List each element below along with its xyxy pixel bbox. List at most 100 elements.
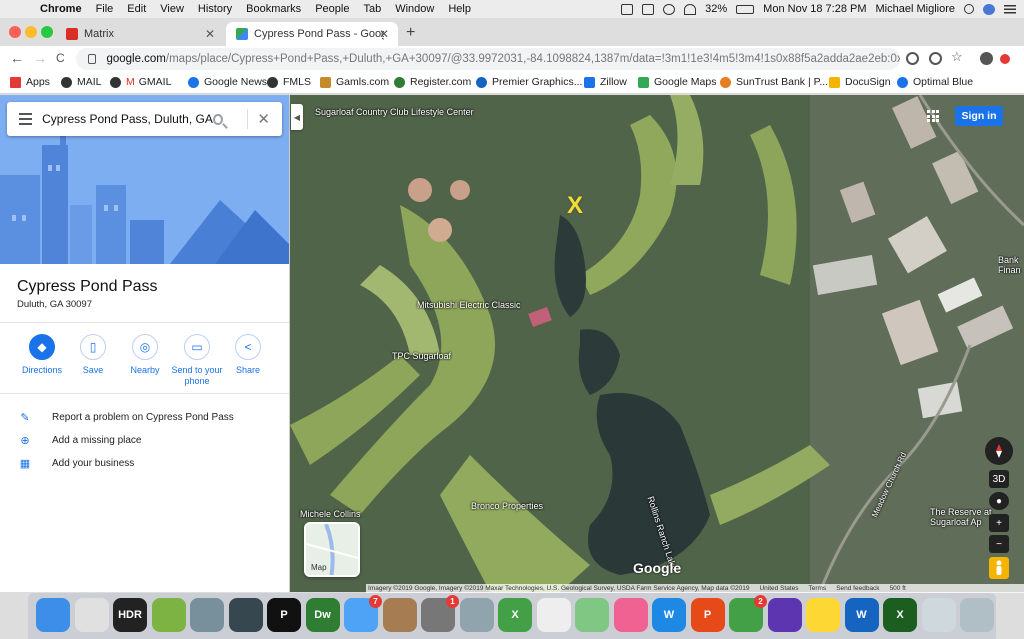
dock-app-excel-icon[interactable]: X (883, 598, 917, 632)
bookmark-mail[interactable]: MAIL (61, 76, 102, 88)
scale-bar[interactable]: 500 ft (890, 585, 906, 592)
back-button[interactable]: ← (10, 50, 24, 66)
lock-icon[interactable] (88, 54, 97, 64)
extension-red-icon[interactable] (1000, 54, 1010, 64)
menu-window[interactable]: Window (395, 3, 434, 15)
bookmark-docusign[interactable]: DocuSign (829, 76, 891, 88)
tab-close-icon[interactable]: ✕ (205, 27, 215, 41)
bookmark-optimal-blue[interactable]: Optimal Blue (897, 76, 973, 88)
user-name[interactable]: Michael Migliore (876, 3, 955, 15)
zoom-out-button[interactable]: − (989, 535, 1009, 553)
tab-matrix[interactable]: Matrix ✕ (56, 22, 224, 46)
search-input[interactable]: Cypress Pond Pass, Duluth, GA (42, 112, 213, 126)
dock-app-notes-icon[interactable] (382, 598, 417, 632)
location-icon[interactable] (906, 52, 919, 65)
dropbox-icon[interactable] (621, 3, 634, 15)
map-label-bank[interactable]: Bank Finan (998, 255, 1024, 275)
search-icon[interactable] (212, 113, 223, 125)
menu-help[interactable]: Help (448, 3, 471, 15)
pegman-icon[interactable] (989, 557, 1009, 579)
menu-people[interactable]: People (315, 3, 349, 15)
map-label-bronco-properties[interactable]: Bronco Properties (471, 501, 543, 511)
dock-app-trash-icon[interactable] (960, 598, 994, 632)
dock-app-powerpoint-icon[interactable]: P (690, 598, 725, 632)
zoom-window-button[interactable] (41, 26, 53, 38)
dock-app-photos-icon[interactable] (613, 598, 648, 632)
search-box[interactable]: Cypress Pond Pass, Duluth, GA ✕ (7, 102, 282, 136)
hamburger-menu-icon[interactable] (19, 110, 33, 128)
send-feedback-link[interactable]: Send feedback (836, 585, 879, 592)
bookmark-gamls[interactable]: Gamls.com (320, 76, 389, 88)
dock-app-siri-icon[interactable] (767, 598, 802, 632)
dock-app-image-capture-icon[interactable] (459, 598, 494, 632)
share-button[interactable]: < Share (218, 334, 278, 376)
bookmark-star-icon[interactable]: ☆ (951, 49, 964, 64)
bookmark-fmls[interactable]: FMLS (267, 76, 311, 88)
menu-view[interactable]: View (160, 3, 184, 15)
dock-app-system-prefs-icon[interactable]: 1 (421, 595, 459, 632)
dock-app-facetime-icon[interactable]: 2 (729, 595, 767, 632)
dock-app-word-w-icon[interactable]: W (652, 598, 686, 632)
clear-search-icon[interactable]: ✕ (257, 110, 270, 128)
terms-link[interactable]: Terms (808, 585, 826, 592)
minimize-window-button[interactable] (25, 26, 37, 38)
map-label-mitsubishi[interactable]: Mitsubishi Electric Classic (417, 300, 521, 310)
menu-history[interactable]: History (198, 3, 232, 15)
report-problem-link[interactable]: ✎ Report a problem on Cypress Pond Pass (18, 409, 233, 425)
clock[interactable]: Mon Nov 18 7:28 PM (763, 3, 866, 15)
map-layer-toggle[interactable]: Map (304, 522, 360, 577)
menu-file[interactable]: File (96, 3, 114, 15)
display-icon[interactable] (642, 3, 655, 15)
dock-app-pixelmator-icon[interactable]: P (267, 598, 301, 632)
map-label-tpc-sugarloaf[interactable]: TPC Sugarloaf (392, 351, 451, 361)
wifi-icon[interactable] (684, 3, 697, 15)
battery-percent[interactable]: 32% (705, 3, 727, 15)
time-machine-icon[interactable] (663, 3, 676, 15)
dock-app-maps-icon[interactable] (575, 598, 609, 632)
address-bar[interactable]: google.com /maps/place/Cypress+Pond+Pass… (76, 48, 900, 70)
dock-app-dreamweaver-icon[interactable]: Dw (305, 598, 340, 632)
battery-icon[interactable] (736, 4, 755, 14)
spotlight-icon[interactable] (964, 4, 974, 14)
compass-icon[interactable] (985, 437, 1013, 465)
country-link[interactable]: United States (759, 585, 798, 592)
dock-app-documents-icon[interactable] (921, 598, 956, 632)
dock-app-stickies-icon[interactable] (806, 598, 840, 632)
siri-icon[interactable] (983, 3, 995, 15)
new-tab-button[interactable]: + (406, 24, 415, 42)
reload-button[interactable]: C (56, 51, 65, 65)
nearby-button[interactable]: ◎ Nearby (115, 334, 175, 376)
dock-app-launchpad-icon[interactable] (190, 598, 224, 632)
extension-icon[interactable] (929, 52, 942, 65)
bookmark-apps[interactable]: Apps (10, 76, 50, 88)
dock-app-preview-icon[interactable] (151, 598, 186, 632)
dock-app-chrome-icon[interactable] (74, 598, 109, 632)
close-window-button[interactable] (9, 26, 21, 38)
notification-center-icon[interactable] (1004, 4, 1016, 15)
bookmark-google-news[interactable]: Google News (188, 76, 267, 88)
profile-avatar-icon[interactable] (980, 52, 993, 65)
bookmark-gmail[interactable]: M GMAIL (110, 76, 171, 88)
tilt-3d-button[interactable]: 3D (989, 470, 1009, 488)
collapse-panel-button[interactable]: ◀ (291, 104, 303, 130)
dock-app-finder-icon[interactable] (36, 598, 70, 632)
zoom-in-button[interactable]: + (989, 514, 1009, 532)
dock-app-messages-icon[interactable]: 7 (344, 595, 382, 632)
dock-app-photo-app-icon[interactable] (228, 598, 263, 632)
google-apps-icon[interactable] (927, 110, 939, 122)
save-button[interactable]: ▯ Save (63, 334, 123, 376)
bookmark-premier-graphics[interactable]: Premier Graphics... (476, 76, 582, 88)
tab-google-maps[interactable]: Cypress Pond Pass - Google M ✕ (226, 22, 398, 46)
dock-app-hdr-icon[interactable]: HDR (113, 598, 147, 632)
map-label-sugarloaf-cc[interactable]: Sugarloaf Country Club Lifestyle Center (315, 107, 474, 117)
menu-app-name[interactable]: Chrome (40, 3, 82, 15)
dock-app-excel-x-icon[interactable]: X (498, 598, 532, 632)
bookmark-zillow[interactable]: Zillow (584, 76, 627, 88)
add-missing-place-link[interactable]: ⊕ Add a missing place (18, 432, 141, 448)
bookmark-suntrust[interactable]: SunTrust Bank | P... (720, 76, 828, 88)
satellite-map[interactable]: Sugarloaf Country Club Lifestyle Center … (290, 95, 1024, 592)
dock-app-textedit-icon[interactable] (536, 598, 571, 632)
menu-bookmarks[interactable]: Bookmarks (246, 3, 301, 15)
forward-button[interactable]: → (33, 50, 47, 66)
bookmark-register[interactable]: Register.com (394, 76, 471, 88)
